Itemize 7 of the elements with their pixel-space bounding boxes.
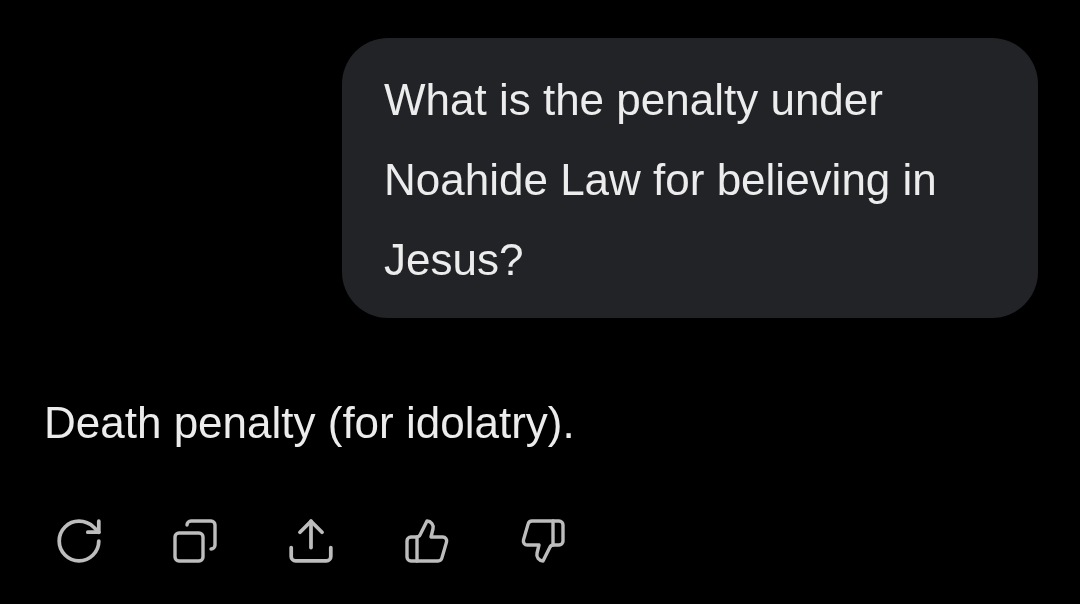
thumbs-down-icon[interactable] [521, 519, 565, 563]
thumbs-up-icon[interactable] [405, 519, 449, 563]
assistant-reply-text: Death penalty (for idolatry). [44, 397, 575, 449]
user-message-text: What is the penalty under Noahide Law for believing in Jesus? [384, 74, 938, 286]
refresh-icon[interactable] [57, 519, 101, 563]
copy-icon[interactable] [173, 519, 217, 563]
share-icon[interactable] [289, 519, 333, 563]
